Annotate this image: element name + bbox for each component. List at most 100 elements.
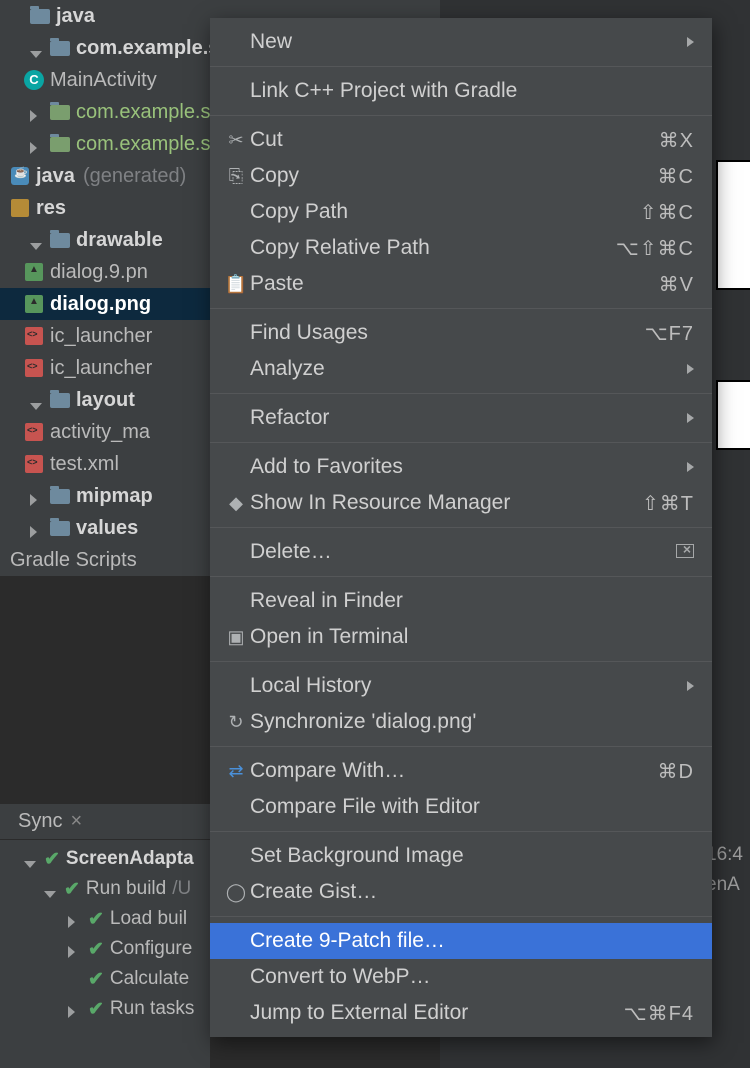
sync-tab[interactable]: Sync ×: [0, 804, 210, 840]
expand-icon: [30, 243, 42, 250]
build-load[interactable]: ✔ Load buil: [0, 904, 210, 934]
menu-shortcut: ⌘D: [658, 759, 694, 784]
expand-icon: [24, 861, 36, 868]
menu-copy[interactable]: ⎘Copy⌘C: [210, 158, 712, 194]
tree-label: activity_ma: [50, 421, 150, 444]
menu-link-cpp[interactable]: Link C++ Project with Gradle: [210, 73, 712, 109]
build-label: Load buil: [110, 908, 187, 930]
folder-icon: [50, 393, 70, 408]
menu-convert-to-webp[interactable]: Convert to WebP…: [210, 959, 712, 995]
xml-icon: [25, 423, 43, 441]
menu-open-in-terminal[interactable]: ▣Open in Terminal: [210, 619, 712, 655]
menu-set-background-image[interactable]: Set Background Image: [210, 838, 712, 874]
folder-icon: [50, 105, 70, 120]
menu-label: Set Background Image: [250, 844, 694, 868]
menu-paste[interactable]: 📋Paste⌘V: [210, 266, 712, 302]
xml-icon: [25, 455, 43, 473]
build-run-build[interactable]: ✔ Run build /U: [0, 874, 210, 904]
build-time-column: 16:4 enA: [706, 840, 750, 900]
tree-label: java: [56, 5, 95, 28]
delete-icon: [676, 544, 694, 558]
class-icon: C: [24, 70, 44, 90]
build-calculate[interactable]: ✔ Calculate: [0, 964, 210, 994]
tree-label: test.xml: [50, 453, 119, 476]
tree-label: MainActivity: [50, 69, 157, 92]
folder-icon: [30, 9, 50, 24]
menu-refactor[interactable]: Refactor: [210, 400, 712, 436]
menu-separator: [210, 576, 712, 577]
menu-cut[interactable]: ✂Cut⌘X: [210, 122, 712, 158]
menu-find-usages[interactable]: Find Usages⌥F7: [210, 315, 712, 351]
paste-icon: 📋: [222, 274, 250, 295]
menu-label: Convert to WebP…: [250, 965, 694, 989]
menu-shortcut: ⌥F7: [645, 321, 694, 346]
menu-label: Reveal in Finder: [250, 589, 694, 613]
expand-icon: [44, 891, 56, 898]
res-icon: [11, 199, 29, 217]
build-run-tasks[interactable]: ✔ Run tasks: [0, 994, 210, 1024]
menu-separator: [210, 393, 712, 394]
sync-icon: ↻: [222, 712, 250, 733]
tree-label: dialog.png: [50, 293, 151, 316]
check-icon: ✔: [88, 998, 104, 1021]
menu-label: Link C++ Project with Gradle: [250, 79, 694, 103]
menu-label: Cut: [250, 128, 659, 152]
menu-separator: [210, 115, 712, 116]
menu-label: New: [250, 30, 687, 54]
compare-icon: ⇄: [222, 761, 250, 782]
menu-label: Refactor: [250, 406, 687, 430]
menu-copy-path[interactable]: Copy Path⇧⌘C: [210, 194, 712, 230]
menu-label: Jump to External Editor: [250, 1001, 624, 1025]
menu-resource-manager[interactable]: ◆Show In Resource Manager⇧⌘T: [210, 485, 712, 521]
menu-delete[interactable]: Delete…: [210, 534, 712, 570]
menu-create-9patch[interactable]: Create 9-Patch file…: [210, 923, 712, 959]
build-root[interactable]: ✔ ScreenAdapta: [0, 844, 210, 874]
menu-label: Compare With…: [250, 759, 658, 783]
menu-shortcut: ⌘X: [659, 128, 694, 153]
close-icon[interactable]: ×: [70, 810, 82, 833]
collapse-icon: [30, 494, 37, 506]
check-icon: ✔: [88, 938, 104, 961]
submenu-icon: [687, 462, 694, 472]
image-icon: [25, 295, 43, 313]
build-label: Run build: [86, 878, 166, 900]
submenu-icon: [687, 681, 694, 691]
folder-icon: [50, 489, 70, 504]
menu-label: Copy Path: [250, 200, 640, 224]
build-panel: ✔ ScreenAdapta ✔ Run build /U ✔ Load bui…: [0, 840, 210, 1068]
menu-add-to-favorites[interactable]: Add to Favorites: [210, 449, 712, 485]
menu-shortcut: ⌥⌘F4: [624, 1001, 694, 1026]
build-time: 16:4: [706, 840, 750, 870]
build-path: /U: [172, 878, 191, 900]
image-preview-fragment-2: [716, 380, 750, 450]
collapse-icon: [30, 142, 37, 154]
menu-reveal-in-finder[interactable]: Reveal in Finder: [210, 583, 712, 619]
menu-label: Create Gist…: [250, 880, 694, 904]
build-configure[interactable]: ✔ Configure: [0, 934, 210, 964]
menu-synchronize[interactable]: ↻Synchronize 'dialog.png': [210, 704, 712, 740]
menu-compare-with[interactable]: ⇄Compare With…⌘D: [210, 753, 712, 789]
build-label: Calculate: [110, 968, 189, 990]
tree-label: java: [36, 165, 75, 188]
menu-label: Delete…: [250, 540, 676, 564]
menu-copy-relative-path[interactable]: Copy Relative Path⌥⇧⌘C: [210, 230, 712, 266]
tree-label: mipmap: [76, 485, 153, 508]
menu-separator: [210, 442, 712, 443]
submenu-icon: [687, 37, 694, 47]
menu-new[interactable]: New: [210, 24, 712, 60]
collapse-icon: [68, 946, 75, 958]
build-label: ScreenAdapta: [66, 848, 194, 870]
menu-jump-external-editor[interactable]: Jump to External Editor⌥⌘F4: [210, 995, 712, 1031]
resource-manager-icon: ◆: [222, 493, 250, 514]
menu-create-gist[interactable]: ◯Create Gist…: [210, 874, 712, 910]
menu-local-history[interactable]: Local History: [210, 668, 712, 704]
menu-label: Find Usages: [250, 321, 645, 345]
xml-icon: [25, 327, 43, 345]
tree-label: values: [76, 517, 138, 540]
menu-analyze[interactable]: Analyze: [210, 351, 712, 387]
tree-label-suffix: (generated): [83, 165, 186, 188]
menu-compare-with-editor[interactable]: Compare File with Editor: [210, 789, 712, 825]
tree-label: ic_launcher: [50, 325, 152, 348]
github-icon: ◯: [222, 882, 250, 903]
sync-tab-label: Sync: [18, 810, 62, 833]
